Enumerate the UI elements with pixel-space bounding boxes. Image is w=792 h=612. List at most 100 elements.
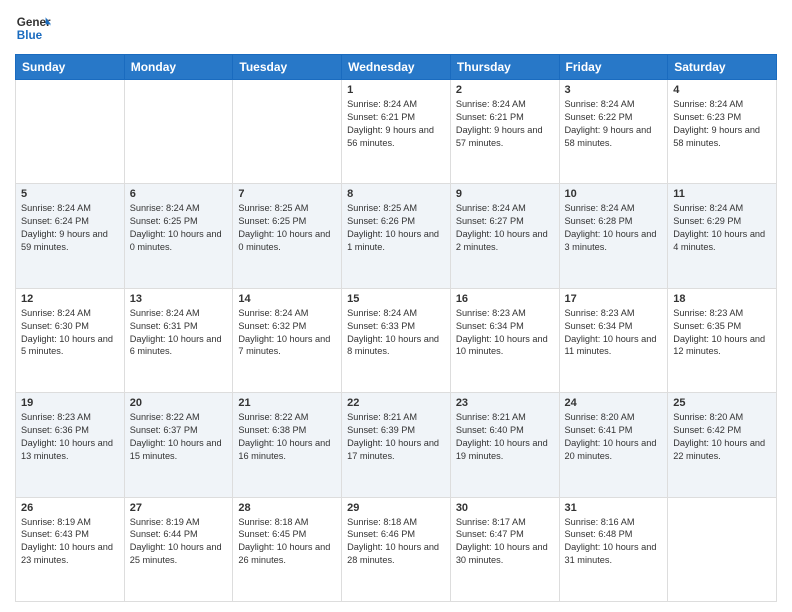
day-info: Sunrise: 8:23 AM Sunset: 6:34 PM Dayligh… bbox=[565, 307, 663, 359]
calendar-cell: 16 Sunrise: 8:23 AM Sunset: 6:34 PM Dayli… bbox=[450, 288, 559, 392]
day-number: 18 bbox=[673, 293, 771, 305]
calendar-cell: 9Sunrise: 8:24 AM Sunset: 6:27 PM Daylig… bbox=[450, 184, 559, 288]
day-number: 20 bbox=[130, 397, 228, 409]
calendar-cell: 3 Sunrise: 8:24 AM Sunset: 6:22 PM Daylig… bbox=[559, 80, 668, 184]
calendar-cell: 19Sunrise: 8:23 AM Sunset: 6:36 PM Dayli… bbox=[16, 393, 125, 497]
calendar-cell: 17 Sunrise: 8:23 AM Sunset: 6:34 PM Dayli… bbox=[559, 288, 668, 392]
day-number: 23 bbox=[456, 397, 554, 409]
day-info: Sunrise: 8:18 AM Sunset: 6:46 PM Dayligh… bbox=[347, 516, 445, 568]
calendar-cell: 14 Sunrise: 8:24 AM Sunset: 6:32 PM Dayli… bbox=[233, 288, 342, 392]
day-info: Sunrise: 8:17 AM Sunset: 6:47 PM Dayligh… bbox=[456, 516, 554, 568]
svg-text:Blue: Blue bbox=[17, 29, 43, 42]
day-number: 29 bbox=[347, 502, 445, 514]
day-number: 1 bbox=[347, 84, 445, 96]
calendar-cell: 29 Sunrise: 8:18 AM Sunset: 6:46 PM Dayli… bbox=[342, 497, 451, 601]
calendar-cell: 30 Sunrise: 8:17 AM Sunset: 6:47 PM Dayli… bbox=[450, 497, 559, 601]
calendar-cell: 7Sunrise: 8:25 AM Sunset: 6:25 PM Daylig… bbox=[233, 184, 342, 288]
day-number: 3 bbox=[565, 84, 663, 96]
calendar-cell: 10 Sunrise: 8:24 AM Sunset: 6:28 PM Dayli… bbox=[559, 184, 668, 288]
day-number: 5 bbox=[21, 188, 119, 200]
day-number: 21 bbox=[238, 397, 336, 409]
day-info: Sunrise: 8:22 AM Sunset: 6:37 PM Dayligh… bbox=[130, 411, 228, 463]
calendar-cell bbox=[668, 497, 777, 601]
day-number: 17 bbox=[565, 293, 663, 305]
calendar-cell: 27 Sunrise: 8:19 AM Sunset: 6:44 PM Dayli… bbox=[124, 497, 233, 601]
day-info: Sunrise: 8:24 AM Sunset: 6:24 PM Dayligh… bbox=[21, 202, 119, 254]
weekday-header-row: SundayMondayTuesdayWednesdayThursdayFrid… bbox=[16, 55, 777, 80]
calendar-cell bbox=[124, 80, 233, 184]
calendar-cell bbox=[16, 80, 125, 184]
day-number: 25 bbox=[673, 397, 771, 409]
calendar-cell: 21 Sunrise: 8:22 AM Sunset: 6:38 PM Dayli… bbox=[233, 393, 342, 497]
day-number: 4 bbox=[673, 84, 771, 96]
calendar-cell: 2 Sunrise: 8:24 AM Sunset: 6:21 PM Daylig… bbox=[450, 80, 559, 184]
day-info: Sunrise: 8:24 AM Sunset: 6:32 PM Dayligh… bbox=[238, 307, 336, 359]
weekday-header-thursday: Thursday bbox=[450, 55, 559, 80]
day-info: Sunrise: 8:21 AM Sunset: 6:39 PM Dayligh… bbox=[347, 411, 445, 463]
calendar-cell: 12 Sunrise: 8:24 AM Sunset: 6:30 PM Dayli… bbox=[16, 288, 125, 392]
day-number: 24 bbox=[565, 397, 663, 409]
day-number: 31 bbox=[565, 502, 663, 514]
day-info: Sunrise: 8:24 AM Sunset: 6:28 PM Dayligh… bbox=[565, 202, 663, 254]
calendar-cell: 18 Sunrise: 8:23 AM Sunset: 6:35 PM Dayli… bbox=[668, 288, 777, 392]
calendar-cell: 4 Sunrise: 8:24 AM Sunset: 6:23 PM Daylig… bbox=[668, 80, 777, 184]
calendar-cell: 6 Sunrise: 8:24 AM Sunset: 6:25 PM Daylig… bbox=[124, 184, 233, 288]
day-number: 7 bbox=[238, 188, 336, 200]
day-number: 26 bbox=[21, 502, 119, 514]
day-number: 9 bbox=[456, 188, 554, 200]
day-number: 28 bbox=[238, 502, 336, 514]
day-info: Sunrise: 8:24 AM Sunset: 6:23 PM Dayligh… bbox=[673, 98, 771, 150]
day-info: Sunrise: 8:21 AM Sunset: 6:40 PM Dayligh… bbox=[456, 411, 554, 463]
day-number: 2 bbox=[456, 84, 554, 96]
calendar-week-2: 5 Sunrise: 8:24 AM Sunset: 6:24 PM Daylig… bbox=[16, 184, 777, 288]
calendar-cell: 25 Sunrise: 8:20 AM Sunset: 6:42 PM Dayli… bbox=[668, 393, 777, 497]
day-info: Sunrise: 8:19 AM Sunset: 6:44 PM Dayligh… bbox=[130, 516, 228, 568]
day-info: Sunrise: 8:24 AM Sunset: 6:21 PM Dayligh… bbox=[456, 98, 554, 150]
day-number: 6 bbox=[130, 188, 228, 200]
day-number: 14 bbox=[238, 293, 336, 305]
day-info: Sunrise: 8:23 AM Sunset: 6:35 PM Dayligh… bbox=[673, 307, 771, 359]
calendar-cell: 28Sunrise: 8:18 AM Sunset: 6:45 PM Dayli… bbox=[233, 497, 342, 601]
day-number: 19 bbox=[21, 397, 119, 409]
day-number: 27 bbox=[130, 502, 228, 514]
day-number: 15 bbox=[347, 293, 445, 305]
day-info: Sunrise: 8:16 AM Sunset: 6:48 PM Dayligh… bbox=[565, 516, 663, 568]
day-info: Sunrise: 8:24 AM Sunset: 6:33 PM Dayligh… bbox=[347, 307, 445, 359]
logo-icon: General Blue bbox=[15, 10, 51, 46]
day-info: Sunrise: 8:22 AM Sunset: 6:38 PM Dayligh… bbox=[238, 411, 336, 463]
calendar-week-1: 1 Sunrise: 8:24 AM Sunset: 6:21 PM Daylig… bbox=[16, 80, 777, 184]
day-info: Sunrise: 8:20 AM Sunset: 6:41 PM Dayligh… bbox=[565, 411, 663, 463]
day-number: 30 bbox=[456, 502, 554, 514]
calendar-cell: 11Sunrise: 8:24 AM Sunset: 6:29 PM Dayli… bbox=[668, 184, 777, 288]
calendar-cell: 24 Sunrise: 8:20 AM Sunset: 6:41 PM Dayli… bbox=[559, 393, 668, 497]
logo: General Blue bbox=[15, 10, 51, 46]
calendar-cell: 23 Sunrise: 8:21 AM Sunset: 6:40 PM Dayli… bbox=[450, 393, 559, 497]
weekday-header-wednesday: Wednesday bbox=[342, 55, 451, 80]
day-number: 8 bbox=[347, 188, 445, 200]
day-number: 12 bbox=[21, 293, 119, 305]
day-info: Sunrise: 8:20 AM Sunset: 6:42 PM Dayligh… bbox=[673, 411, 771, 463]
calendar-cell: 26 Sunrise: 8:19 AM Sunset: 6:43 PM Dayli… bbox=[16, 497, 125, 601]
day-info: Sunrise: 8:24 AM Sunset: 6:30 PM Dayligh… bbox=[21, 307, 119, 359]
weekday-header-saturday: Saturday bbox=[668, 55, 777, 80]
day-info: Sunrise: 8:24 AM Sunset: 6:25 PM Dayligh… bbox=[130, 202, 228, 254]
weekday-header-sunday: Sunday bbox=[16, 55, 125, 80]
weekday-header-friday: Friday bbox=[559, 55, 668, 80]
calendar-table: SundayMondayTuesdayWednesdayThursdayFrid… bbox=[15, 54, 777, 602]
day-info: Sunrise: 8:25 AM Sunset: 6:26 PM Dayligh… bbox=[347, 202, 445, 254]
day-number: 13 bbox=[130, 293, 228, 305]
calendar-cell: 1 Sunrise: 8:24 AM Sunset: 6:21 PM Daylig… bbox=[342, 80, 451, 184]
day-info: Sunrise: 8:23 AM Sunset: 6:34 PM Dayligh… bbox=[456, 307, 554, 359]
calendar-week-4: 19Sunrise: 8:23 AM Sunset: 6:36 PM Dayli… bbox=[16, 393, 777, 497]
day-info: Sunrise: 8:24 AM Sunset: 6:31 PM Dayligh… bbox=[130, 307, 228, 359]
day-number: 10 bbox=[565, 188, 663, 200]
day-number: 16 bbox=[456, 293, 554, 305]
day-info: Sunrise: 8:24 AM Sunset: 6:21 PM Dayligh… bbox=[347, 98, 445, 150]
calendar-cell bbox=[233, 80, 342, 184]
calendar-cell: 15 Sunrise: 8:24 AM Sunset: 6:33 PM Dayli… bbox=[342, 288, 451, 392]
calendar-week-5: 26 Sunrise: 8:19 AM Sunset: 6:43 PM Dayli… bbox=[16, 497, 777, 601]
day-info: Sunrise: 8:24 AM Sunset: 6:22 PM Dayligh… bbox=[565, 98, 663, 150]
day-info: Sunrise: 8:19 AM Sunset: 6:43 PM Dayligh… bbox=[21, 516, 119, 568]
calendar-cell: 22Sunrise: 8:21 AM Sunset: 6:39 PM Dayli… bbox=[342, 393, 451, 497]
calendar-week-3: 12 Sunrise: 8:24 AM Sunset: 6:30 PM Dayli… bbox=[16, 288, 777, 392]
